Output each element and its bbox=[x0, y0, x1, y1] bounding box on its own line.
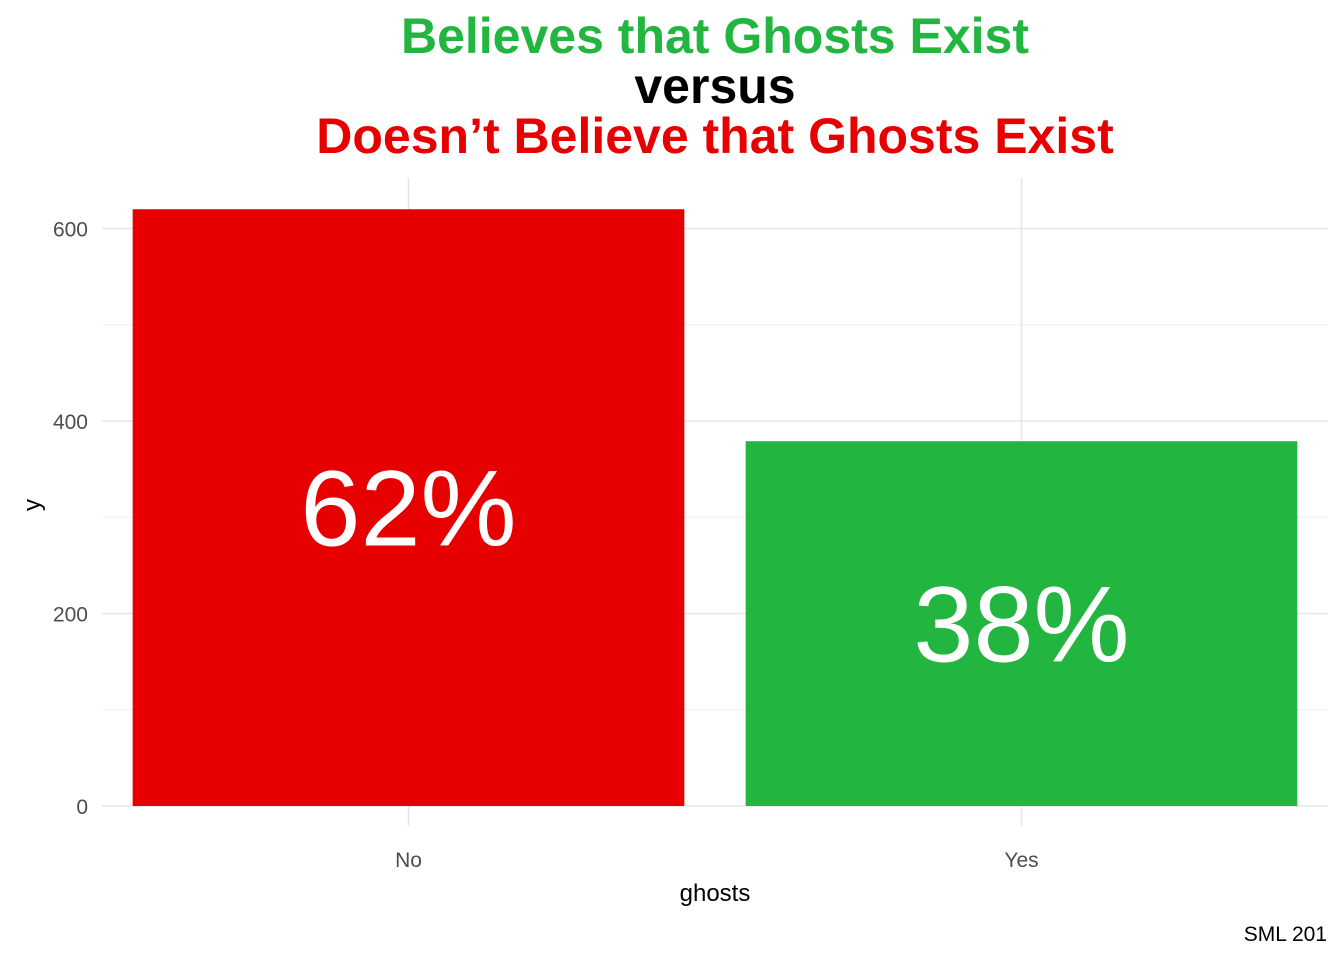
chart-title: Believes that Ghosts ExistversusDoesn’t … bbox=[316, 8, 1114, 164]
title-line-3: Doesn’t Believe that Ghosts Exist bbox=[316, 108, 1114, 164]
y-axis-title: y bbox=[19, 499, 46, 511]
bar-label-no: 62% bbox=[300, 448, 516, 569]
bar-label-yes: 38% bbox=[913, 564, 1129, 685]
y-tick-label: 0 bbox=[76, 796, 88, 819]
x-tick-label: Yes bbox=[1004, 849, 1038, 872]
chart-caption: SML 201 bbox=[1244, 923, 1327, 946]
x-tick-label: No bbox=[395, 849, 422, 872]
y-tick-label: 400 bbox=[53, 411, 88, 434]
bar-chart: Believes that Ghosts ExistversusDoesn’t … bbox=[19, 8, 1328, 946]
y-tick-label: 200 bbox=[53, 604, 88, 627]
title-line-1: Believes that Ghosts Exist bbox=[401, 8, 1029, 64]
x-axis-ticks: No Yes bbox=[395, 849, 1039, 872]
x-axis-title: ghosts bbox=[680, 880, 751, 907]
title-line-2: versus bbox=[634, 58, 795, 114]
y-axis-ticks: 0 200 400 600 bbox=[53, 219, 88, 820]
bars: 62% 38% bbox=[132, 209, 1298, 806]
y-tick-label: 600 bbox=[53, 219, 88, 242]
